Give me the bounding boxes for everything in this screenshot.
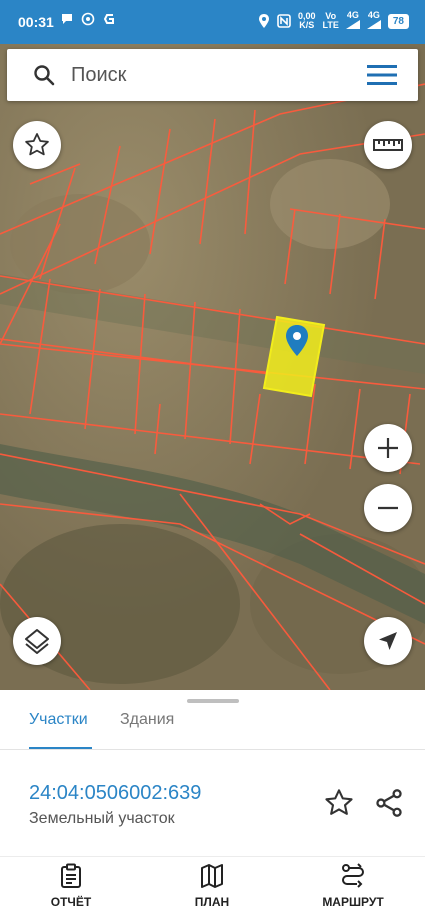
star-icon xyxy=(25,133,49,156)
nfc-icon xyxy=(277,14,291,28)
message-icon xyxy=(62,14,72,24)
route-icon xyxy=(342,863,364,888)
lte-label: LTE xyxy=(322,20,339,30)
location-pin-icon[interactable] xyxy=(284,324,310,358)
favorite-star-icon[interactable] xyxy=(324,788,354,818)
search-input[interactable]: Поиск xyxy=(71,64,126,87)
favorites-button[interactable] xyxy=(13,121,61,169)
nav-route[interactable]: МАРШРУТ xyxy=(298,863,408,909)
app-g-icon xyxy=(103,14,114,24)
net-label-2: 4G xyxy=(367,10,380,20)
selected-parcel[interactable] xyxy=(0,44,425,690)
sheet-drag-handle[interactable] xyxy=(187,699,239,703)
layers-button[interactable] xyxy=(13,617,61,665)
nav-plan-label: ПЛАН xyxy=(194,895,230,909)
tabs-divider xyxy=(0,749,425,750)
nav-route-label: МАРШРУТ xyxy=(322,895,384,909)
ruler-icon xyxy=(373,139,403,151)
zoom-in-button[interactable] xyxy=(364,424,412,472)
search-icon[interactable] xyxy=(32,63,56,87)
at-icon xyxy=(81,12,95,26)
plus-icon xyxy=(378,438,398,458)
my-location-button[interactable] xyxy=(364,617,412,665)
zoom-out-button[interactable] xyxy=(364,484,412,532)
signal-icon-1 xyxy=(345,20,360,29)
nav-report[interactable]: ОТЧЁТ xyxy=(16,863,126,909)
parcel-type: Земельный участок xyxy=(29,810,175,827)
speed-unit: K/S xyxy=(299,20,315,30)
nav-plan[interactable]: ПЛАН xyxy=(157,863,267,909)
clipboard-icon xyxy=(61,863,81,888)
minus-icon xyxy=(378,506,398,510)
map-view[interactable]: Поиск xyxy=(0,44,425,690)
tab-parcels[interactable]: Участки xyxy=(29,711,88,729)
status-time: 00:31 xyxy=(18,14,54,30)
battery-level: 78 xyxy=(387,13,409,29)
layers-icon xyxy=(25,629,49,654)
map-icon xyxy=(201,864,223,888)
share-icon[interactable] xyxy=(374,788,404,818)
tab-buildings[interactable]: Здания xyxy=(120,711,174,729)
bottom-navigation: ОТЧЁТ ПЛАН МАРШРУТ xyxy=(0,856,425,910)
signal-icon-2 xyxy=(366,20,381,29)
cadastral-number[interactable]: 24:04:0506002:639 xyxy=(29,782,201,805)
ruler-button[interactable] xyxy=(364,121,412,169)
search-bar[interactable]: Поиск xyxy=(7,49,418,101)
navigation-arrow-icon xyxy=(379,632,397,650)
net-label-1: 4G xyxy=(346,10,359,20)
status-bar: 00:31 0,00 K/S Vo LTE 4G 4G 78 xyxy=(0,0,425,44)
nav-report-label: ОТЧЁТ xyxy=(50,895,92,909)
location-icon xyxy=(259,14,269,28)
menu-icon[interactable] xyxy=(367,64,397,86)
